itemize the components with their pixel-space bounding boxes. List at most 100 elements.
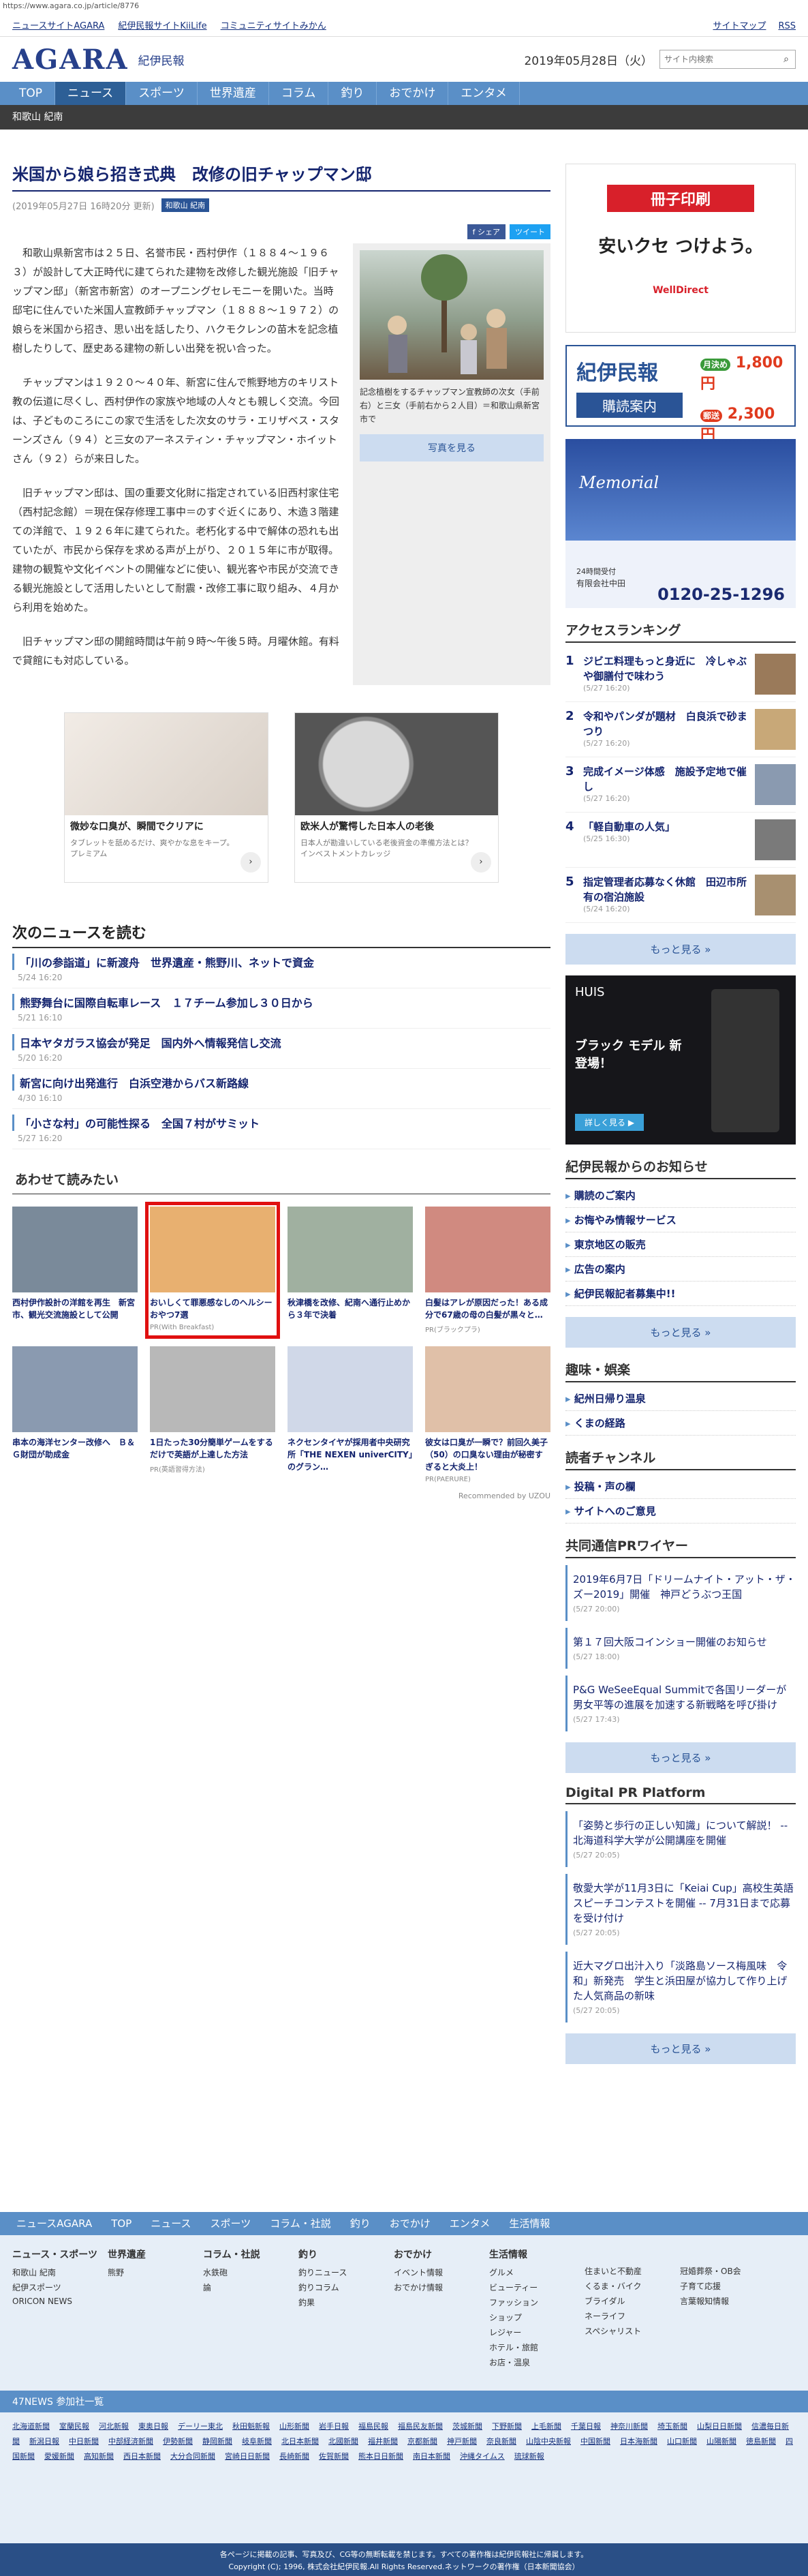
newspaper-link[interactable]: 中国新聞 — [580, 2437, 610, 2446]
newspaper-link[interactable]: 中部経済新聞 — [108, 2437, 153, 2446]
rank-item[interactable]: 2 令和やパンダが題材 白良浜で砂まつり (5/27 16:20) — [565, 702, 796, 757]
related-title[interactable]: 西村伊作設計の洋館を再生 新宮市、観光交流施設として公開 — [12, 1297, 138, 1321]
newspaper-link[interactable]: 室蘭民報 — [59, 2422, 89, 2431]
newspaper-link[interactable]: 静岡新聞 — [202, 2437, 232, 2446]
kyodo-title[interactable]: 2019年6月7日「ドリームナイト・アット・ザ・ズー2019」開催 神戸どうぶつ… — [573, 1572, 796, 1602]
hobby-item[interactable]: 紀州日帰り温泉 — [565, 1387, 796, 1411]
related-title[interactable]: 1日たった30分簡単ゲームをするだけで英語が上達した方法 — [150, 1436, 275, 1461]
side-ad-print[interactable]: 冊子印刷 安いクセ つけよう。 WellDirect — [565, 164, 796, 333]
related-card[interactable]: おいしくて罪悪感なしのヘルシーおやつ7選 PR(With Breakfast) — [145, 1202, 280, 1339]
newspaper-link[interactable]: 神奈川新聞 — [610, 2422, 648, 2431]
newspaper-link[interactable]: 熊本日日新聞 — [358, 2452, 403, 2461]
notice-item[interactable]: お悔やみ情報サービス — [565, 1208, 796, 1232]
newspaper-link[interactable]: 南日本新聞 — [413, 2452, 450, 2461]
nav-item[interactable]: 釣り — [328, 82, 377, 105]
newspaper-link[interactable]: 東奥日報 — [138, 2422, 168, 2431]
kyodo-title[interactable]: 第１７回大阪コインショー開催のお知らせ — [573, 1635, 796, 1650]
ad-card[interactable]: 微妙な口臭が、瞬間でクリアに タブレットを舐めるだけ、爽やかな息をキープ。 プレ… — [64, 712, 268, 883]
related-card[interactable]: 彼女は口臭が一瞬で？前回久美子（50）の口臭ない理由が秘密すぎると大炎上！ PR(… — [425, 1346, 550, 1483]
newspaper-link[interactable]: 河北新報 — [99, 2422, 129, 2431]
footer-nav-item[interactable]: エンタメ — [440, 2212, 500, 2235]
related-title[interactable]: 串本の海洋センター改修へ Ｂ＆Ｇ財団が助成金 — [12, 1436, 138, 1461]
rank-title[interactable]: 令和やパンダが題材 白良浜で砂まつり — [583, 709, 749, 739]
newspaper-link[interactable]: 奈良新聞 — [486, 2437, 516, 2446]
footer-nav-item[interactable]: コラム・社説 — [260, 2212, 341, 2235]
newspaper-link[interactable]: 新潟日報 — [29, 2437, 59, 2446]
rank-item[interactable]: 4 「軽自動車の人気」 (5/25 16:30) — [565, 813, 796, 868]
photo-image[interactable] — [360, 250, 544, 380]
hobby-item[interactable]: くまの経路 — [565, 1411, 796, 1436]
newspaper-link[interactable]: 山口新聞 — [667, 2437, 697, 2446]
newspaper-link[interactable]: 中日新聞 — [69, 2437, 99, 2446]
nav-item[interactable]: スポーツ — [126, 82, 198, 105]
footer-link[interactable]: ブライダル — [585, 2295, 680, 2307]
site-logo[interactable]: AGARA — [12, 44, 129, 76]
rank-thumb[interactable] — [755, 819, 796, 860]
newspaper-link[interactable]: 徳島新聞 — [746, 2437, 776, 2446]
news-title[interactable]: 新宮に向け出発進行 白浜空港からバス新路線 — [12, 1074, 550, 1091]
rank-thumb[interactable] — [755, 709, 796, 750]
footer-nav-item[interactable]: おでかけ — [380, 2212, 440, 2235]
more-button[interactable]: もっと見る » — [565, 1742, 796, 1773]
footer-nav-item[interactable]: スポーツ — [201, 2212, 261, 2235]
rank-title[interactable]: 「軽自動車の人気」 — [583, 819, 749, 834]
top-link[interactable]: ニュースサイトAGARA — [12, 21, 104, 31]
news-item[interactable]: 「川の参詣道」に新渡舟 世界遺産・熊野川、ネットで資金 5/24 16:20 — [12, 948, 550, 988]
newspaper-link[interactable]: 京都新聞 — [407, 2437, 437, 2446]
footer-link[interactable]: レジャー — [489, 2327, 585, 2338]
footer-link[interactable]: 論 — [203, 2282, 298, 2293]
kyodo-title[interactable]: P&G WeSeeEqual Summitで各国リーダーが男女平等の進展を加速す… — [573, 1682, 796, 1712]
subscription-banner[interactable]: 紀伊民報 購読案内 月決め 1,800円 郵送 2,300円 — [565, 345, 796, 444]
ad-card[interactable]: 欧米人が驚愕した日本人の老後 日本人が勘違いしている老後資金の準備方法とは？ イ… — [294, 712, 499, 883]
footer-link[interactable]: ファッション — [489, 2297, 585, 2308]
related-title[interactable]: おいしくて罪悪感なしのヘルシーおやつ7選 — [150, 1297, 275, 1321]
footer-link[interactable]: ORICON NEWS — [12, 2297, 108, 2306]
newspaper-link[interactable]: 北日本新聞 — [281, 2437, 319, 2446]
footer-link[interactable]: 熊野 — [108, 2267, 203, 2278]
kyodo-item[interactable]: 第１７回大阪コインショー開催のお知らせ (5/27 18:00) — [565, 1628, 796, 1669]
newspaper-link[interactable]: 琉球新報 — [514, 2452, 544, 2461]
news-title[interactable]: 日本ヤタガラス協会が発足 国内外へ情報発信し交流 — [12, 1034, 550, 1050]
more-button[interactable]: もっと見る » — [565, 1317, 796, 1348]
newspaper-link[interactable]: 沖縄タイムス — [460, 2452, 505, 2461]
footer-link[interactable]: 釣果 — [298, 2297, 394, 2308]
newspaper-link[interactable]: 山陰中央新報 — [526, 2437, 571, 2446]
newspaper-link[interactable]: 宮崎日日新聞 — [225, 2452, 270, 2461]
newspaper-link[interactable]: 山陽新聞 — [706, 2437, 736, 2446]
footer-link[interactable]: ネーライフ — [585, 2310, 680, 2322]
rank-thumb[interactable] — [755, 654, 796, 695]
related-card[interactable]: 1日たった30分簡単ゲームをするだけで英語が上達した方法 PR(英語習得方法) — [150, 1346, 275, 1483]
newspaper-link[interactable]: 伊勢新聞 — [163, 2437, 193, 2446]
top-link[interactable]: コミュニティサイトみかん — [221, 21, 326, 31]
footer-link[interactable]: スペシャリスト — [585, 2325, 680, 2337]
newspaper-link[interactable]: 西日本新聞 — [123, 2452, 161, 2461]
search-icon[interactable]: ⌕ — [777, 54, 795, 65]
footer-nav-item[interactable]: TOP — [102, 2212, 141, 2235]
more-button[interactable]: もっと見る » — [565, 2033, 796, 2064]
newspaper-link[interactable]: 埼玉新聞 — [657, 2422, 687, 2431]
newspaper-link[interactable]: 山形新聞 — [279, 2422, 309, 2431]
chevron-right-icon[interactable]: › — [240, 852, 261, 873]
side-ad-memorial[interactable]: Memorial 24時間受付 有限会社中田 0120-25-1296 — [565, 439, 796, 608]
search-input[interactable] — [660, 50, 777, 68]
nav-item[interactable]: ニュース — [55, 82, 127, 105]
newspaper-link[interactable]: 愛媛新聞 — [44, 2452, 74, 2461]
news-title[interactable]: 熊野舞台に国際自転車レース １７チーム参加し３０日から — [12, 994, 550, 1010]
nav-item[interactable]: 世界遺産 — [198, 82, 269, 105]
digital-title[interactable]: 敬愛大学が11月3日に「Keiai Cup」高校生英語スピーチコンテストを開催 … — [573, 1881, 796, 1926]
footer-nav-item[interactable]: 釣り — [341, 2212, 380, 2235]
footer-link[interactable]: ビューティー — [489, 2282, 585, 2293]
footer-link[interactable]: 水鉄砲 — [203, 2267, 298, 2278]
footer-link[interactable]: 釣りニュース — [298, 2267, 394, 2278]
footer-column-heading[interactable] — [680, 2247, 775, 2260]
nav-item[interactable]: おでかけ — [377, 82, 449, 105]
sub-nav[interactable]: 和歌山 紀南 — [0, 105, 808, 130]
footer-column-heading[interactable]: 世界遺産 — [108, 2247, 203, 2261]
footer-nav-item[interactable]: 生活情報 — [499, 2212, 559, 2235]
reader-item[interactable]: サイトへのご意見 — [565, 1499, 796, 1524]
footer-link[interactable]: 紀伊スポーツ — [12, 2282, 108, 2293]
digital-title[interactable]: 近大マグロ出汁入り「淡路島ソース梅風味 令和」新発売 学生と浜田屋が協力して作り… — [573, 1958, 796, 2003]
news-item[interactable]: 新宮に向け出発進行 白浜空港からバス新路線 4/30 16:10 — [12, 1069, 550, 1109]
footer-link[interactable]: ショップ — [489, 2312, 585, 2323]
newspaper-link[interactable]: 北海道新聞 — [12, 2422, 50, 2431]
